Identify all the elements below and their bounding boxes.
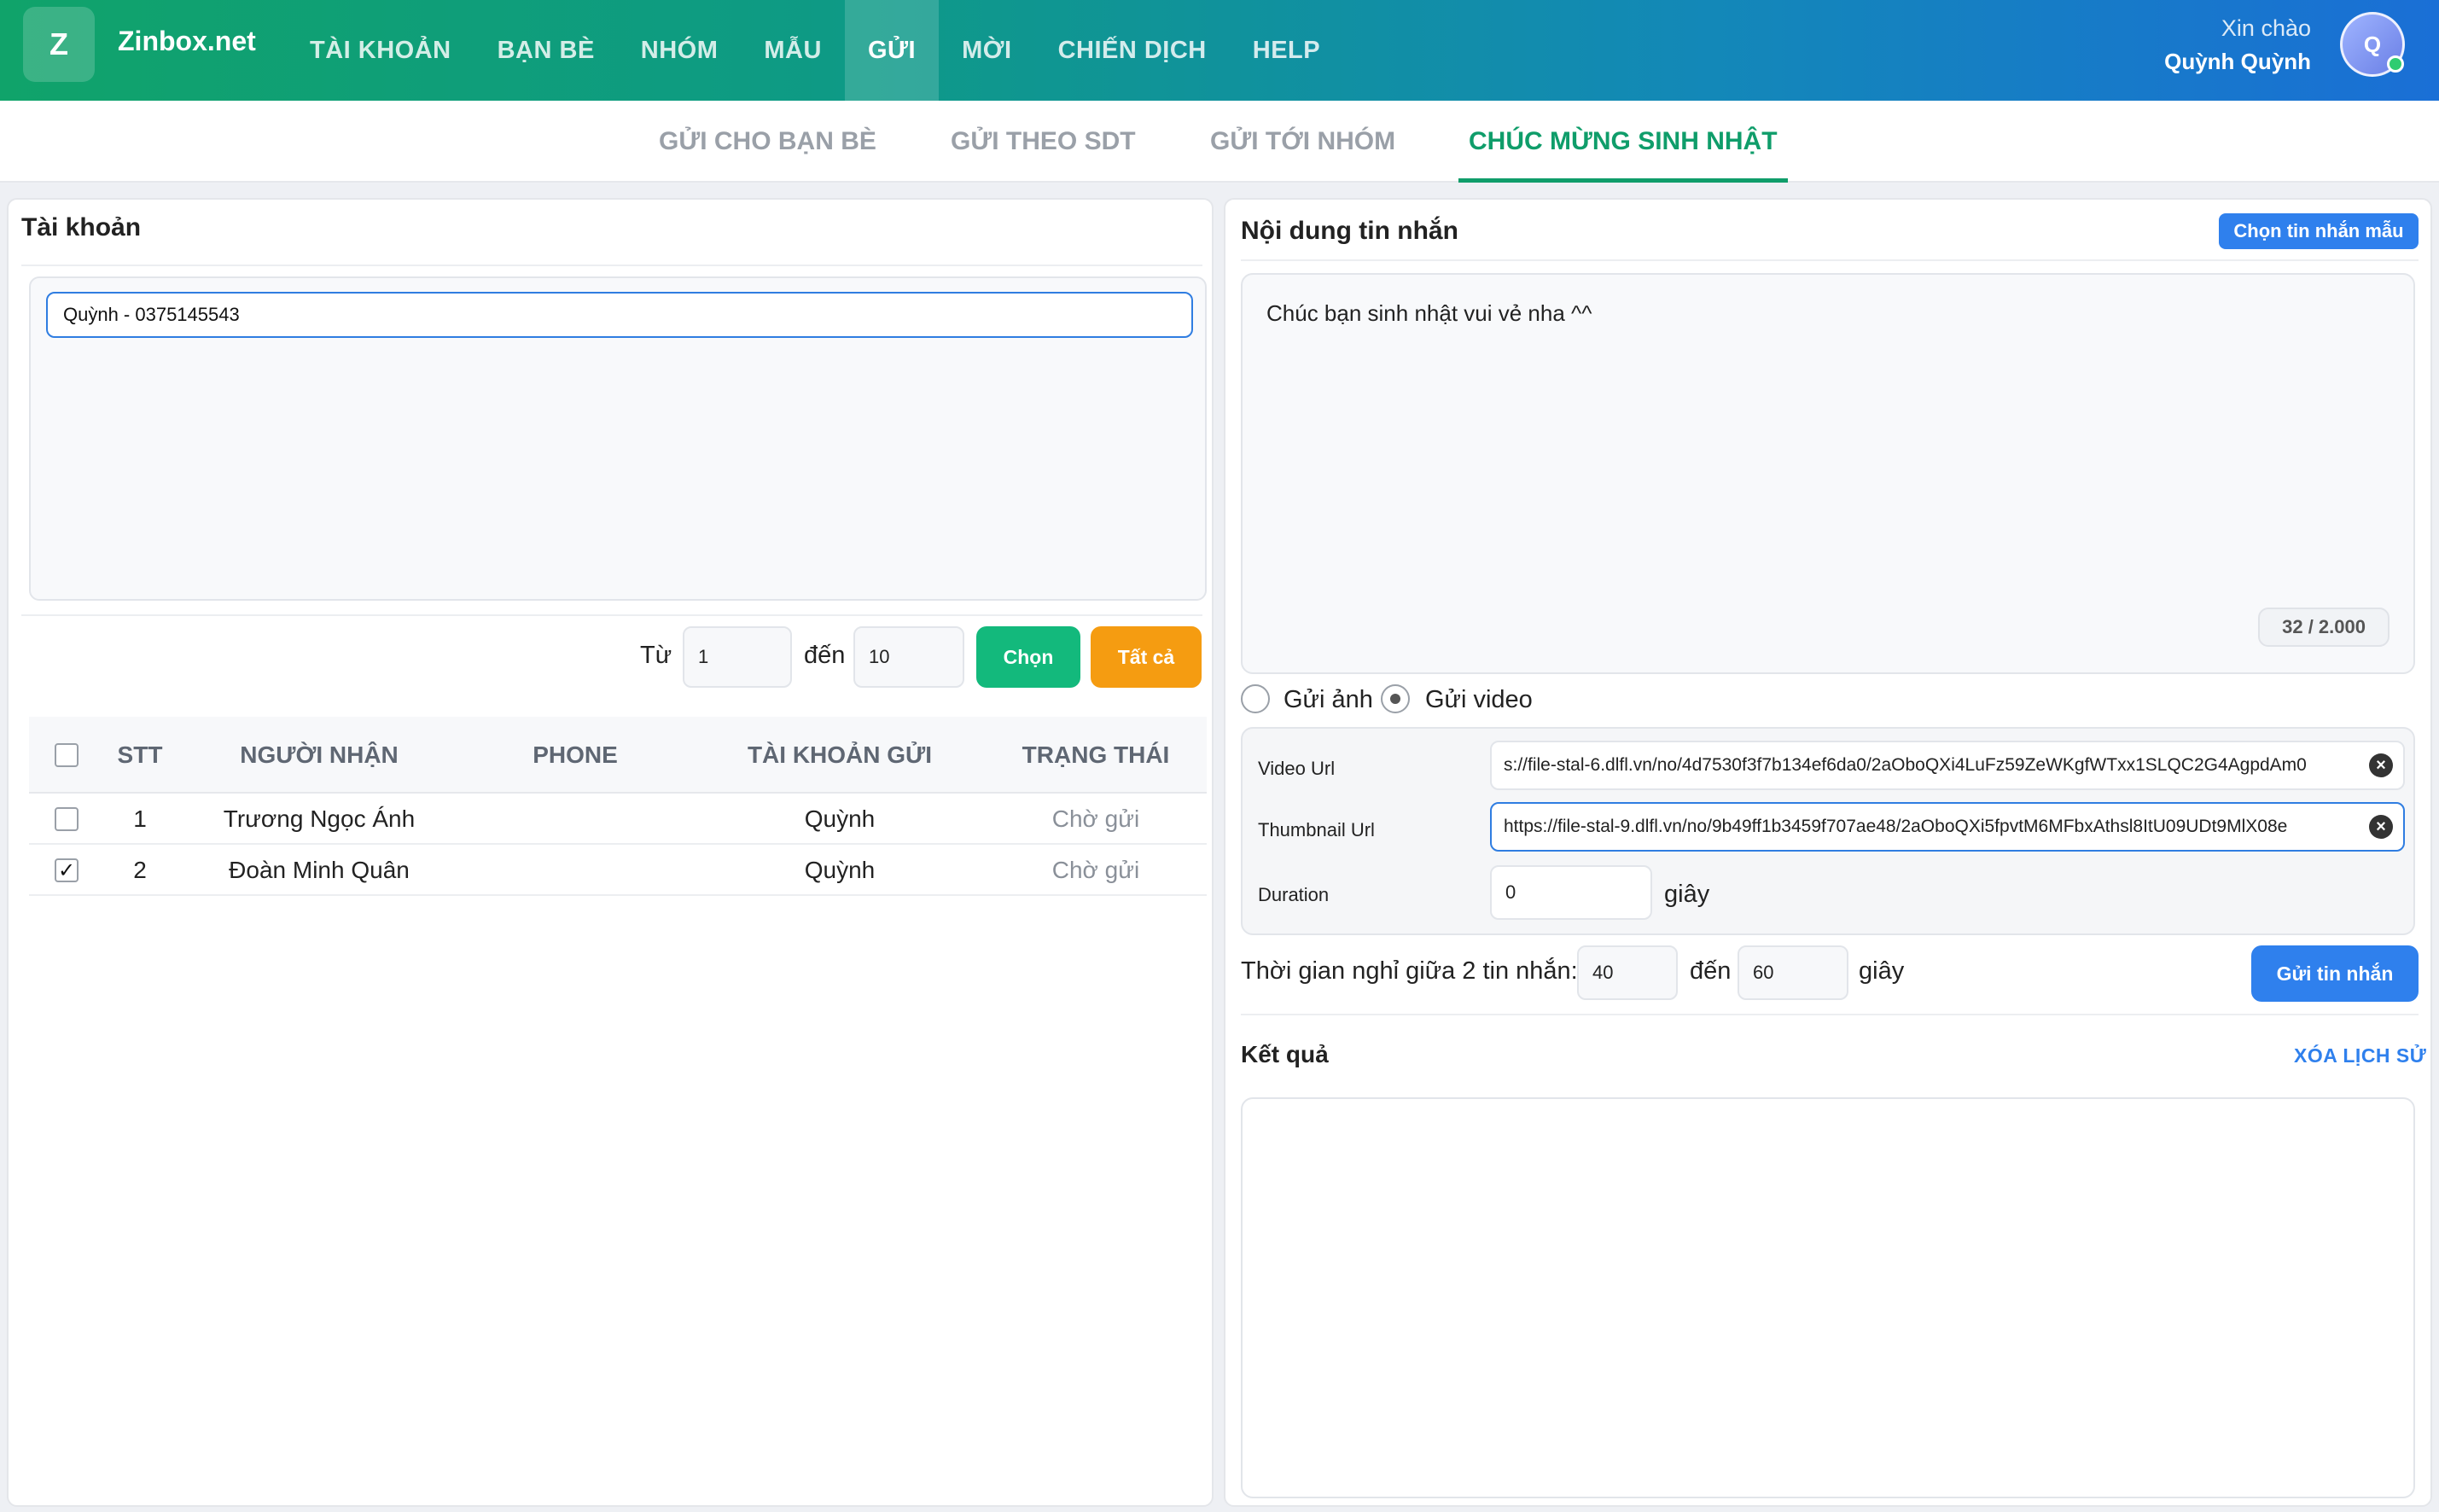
nav-item-invite[interactable]: MỜI	[939, 0, 1034, 101]
delay-label: Thời gian nghỉ giữa 2 tin nhắn:	[1241, 957, 1578, 985]
nav-item-groups[interactable]: NHÓM	[618, 0, 742, 101]
clear-history-link[interactable]: XÓA LỊCH SỬ	[2294, 1044, 2426, 1067]
cell-status: Chờ gửi	[1051, 805, 1140, 832]
range-selector: Từ 1 đến 10 Chọn Tất cả	[9, 625, 1207, 689]
divider	[1241, 1014, 2419, 1015]
col-phone: PHONE	[533, 741, 618, 768]
col-sender-account: TÀI KHOẢN GỬI	[747, 741, 933, 768]
send-video-label[interactable]: Gửi video	[1425, 686, 1533, 714]
cell-phone	[473, 794, 678, 845]
avatar-letter: Q	[2363, 31, 2382, 57]
row-checkbox[interactable]	[55, 807, 79, 831]
send-image-label[interactable]: Gửi ảnh	[1284, 686, 1373, 714]
send-message-button[interactable]: Gửi tin nhắn	[2251, 945, 2419, 1002]
divider	[1241, 259, 2419, 261]
tab-send-friends[interactable]: GỬI CHO BẠN BÈ	[659, 101, 876, 183]
cell-sender: Quỳnh	[804, 857, 876, 883]
table-row[interactable]: ✓ 2 Đoàn Minh Quân Quỳnh Chờ gửi	[29, 845, 1207, 896]
send-image-radio[interactable]	[1241, 684, 1270, 713]
delay-to-input[interactable]: 60	[1738, 945, 1848, 1000]
video-url-value: s://file-stal-6.dlfl.vn/no/4d7530f3f7b13…	[1504, 755, 2307, 775]
result-title: Kết quả	[1241, 1041, 1329, 1067]
row-checkbox-checked[interactable]: ✓	[55, 858, 79, 882]
nav-item-templates[interactable]: MẪU	[741, 0, 845, 101]
from-input[interactable]: 1	[683, 626, 792, 688]
cell-recipient: Đoàn Minh Quân	[229, 857, 410, 883]
cell-recipient: Trương Ngọc Ánh	[223, 805, 416, 832]
cell-stt: 2	[133, 857, 147, 883]
tab-send-by-phone[interactable]: GỬI THEO SDT	[951, 101, 1136, 183]
main-nav: TÀI KHOẢN BẠN BÈ NHÓM MẪU GỬI MỜI CHIẾN …	[287, 0, 1343, 101]
select-all-button[interactable]: Tất cả	[1091, 626, 1202, 688]
brand-name[interactable]: Zinbox.net	[118, 26, 256, 57]
accounts-panel: Tài khoản Quỳnh - 0375145543 Từ 1 đến 10…	[7, 198, 1214, 1507]
char-counter: 32 / 2.000	[2258, 608, 2390, 647]
tab-send-to-group[interactable]: GỬI TỚI NHÓM	[1210, 101, 1395, 183]
col-stt: STT	[117, 741, 163, 768]
user-name: Quỳnh Quỳnh	[2164, 49, 2311, 74]
message-panel-title: Nội dung tin nhắn	[1241, 217, 1458, 245]
nav-item-send[interactable]: GỬI	[844, 0, 940, 101]
nav-item-accounts[interactable]: TÀI KHOẢN	[287, 0, 474, 101]
top-navbar: Z Zinbox.net TÀI KHOẢN BẠN BÈ NHÓM MẪU G…	[0, 0, 2439, 101]
avatar[interactable]: Q	[2340, 12, 2405, 77]
cell-status: Chờ gửi	[1051, 857, 1140, 883]
delay-unit: giây	[1859, 957, 1905, 985]
to-label: đến	[804, 642, 846, 669]
result-log	[1241, 1097, 2415, 1498]
cell-sender: Quỳnh	[804, 805, 876, 832]
duration-label: Duration	[1258, 884, 1330, 905]
cell-phone	[473, 845, 678, 896]
choose-button[interactable]: Chọn	[976, 626, 1080, 688]
thumbnail-url-input[interactable]: https://file-stal-9.dlfl.vn/no/9b49ff1b3…	[1490, 802, 2405, 852]
cell-stt: 1	[133, 805, 147, 832]
checkmark-icon: ✓	[57, 858, 76, 882]
video-url-label: Video Url	[1258, 758, 1336, 779]
duration-unit: giây	[1664, 881, 1710, 908]
message-text: Chúc bạn sinh nhật vui vẻ nha ^^	[1266, 300, 1592, 326]
table-row[interactable]: 1 Trương Ngọc Ánh Quỳnh Chờ gửi	[29, 794, 1207, 845]
recipients-table-header: STT NGƯỜI NHẬN PHONE TÀI KHOẢN GỬI TRẠNG…	[29, 717, 1207, 794]
nav-item-campaign[interactable]: CHIẾN DỊCH	[1035, 0, 1230, 101]
greeting-text: Xin chào	[2221, 15, 2311, 41]
accounts-panel-title: Tài khoản	[21, 213, 142, 241]
delay-from-input[interactable]: 40	[1577, 945, 1678, 1000]
video-url-input[interactable]: s://file-stal-6.dlfl.vn/no/4d7530f3f7b13…	[1490, 741, 2405, 790]
tab-birthday[interactable]: CHÚC MỪNG SINH NHẬT	[1458, 101, 1788, 183]
col-recipient: NGƯỜI NHẬN	[240, 741, 399, 768]
message-panel: Nội dung tin nhắn Chọn tin nhắn mẫu Chúc…	[1224, 198, 2432, 1507]
online-status-dot	[2387, 55, 2404, 73]
delay-to-label: đến	[1690, 957, 1732, 985]
send-video-radio[interactable]	[1381, 684, 1410, 713]
nav-item-friends[interactable]: BẠN BÈ	[474, 0, 618, 101]
nav-item-help[interactable]: HELP	[1230, 0, 1343, 101]
user-greeting: Xin chào Quỳnh Quỳnh	[2164, 15, 2311, 75]
thumbnail-url-label: Thumbnail Url	[1258, 819, 1375, 840]
duration-input[interactable]: 0	[1490, 865, 1652, 920]
from-label: Từ	[640, 642, 672, 669]
clear-thumbnail-url-icon[interactable]: ×	[2369, 815, 2393, 839]
divider	[21, 265, 1202, 266]
divider	[21, 614, 1202, 616]
choose-template-button[interactable]: Chọn tin nhắn mẫu	[2219, 213, 2419, 249]
message-textarea[interactable]: Chúc bạn sinh nhật vui vẻ nha ^^ 32 / 2.…	[1241, 273, 2415, 674]
thumbnail-url-value: https://file-stal-9.dlfl.vn/no/9b49ff1b3…	[1504, 817, 2288, 836]
video-settings: Video Url s://file-stal-6.dlfl.vn/no/4d7…	[1241, 727, 2415, 935]
to-input[interactable]: 10	[853, 626, 964, 688]
account-item-selected[interactable]: Quỳnh - 0375145543	[46, 292, 1193, 338]
send-subtabs: GỬI CHO BẠN BÈ GỬI THEO SDT GỬI TỚI NHÓM…	[0, 101, 2439, 183]
account-list: Quỳnh - 0375145543	[29, 276, 1207, 601]
clear-video-url-icon[interactable]: ×	[2369, 753, 2393, 777]
app-logo[interactable]: Z	[23, 7, 95, 82]
select-all-checkbox[interactable]	[55, 743, 79, 767]
col-status: TRẠNG THÁI	[1022, 741, 1170, 768]
